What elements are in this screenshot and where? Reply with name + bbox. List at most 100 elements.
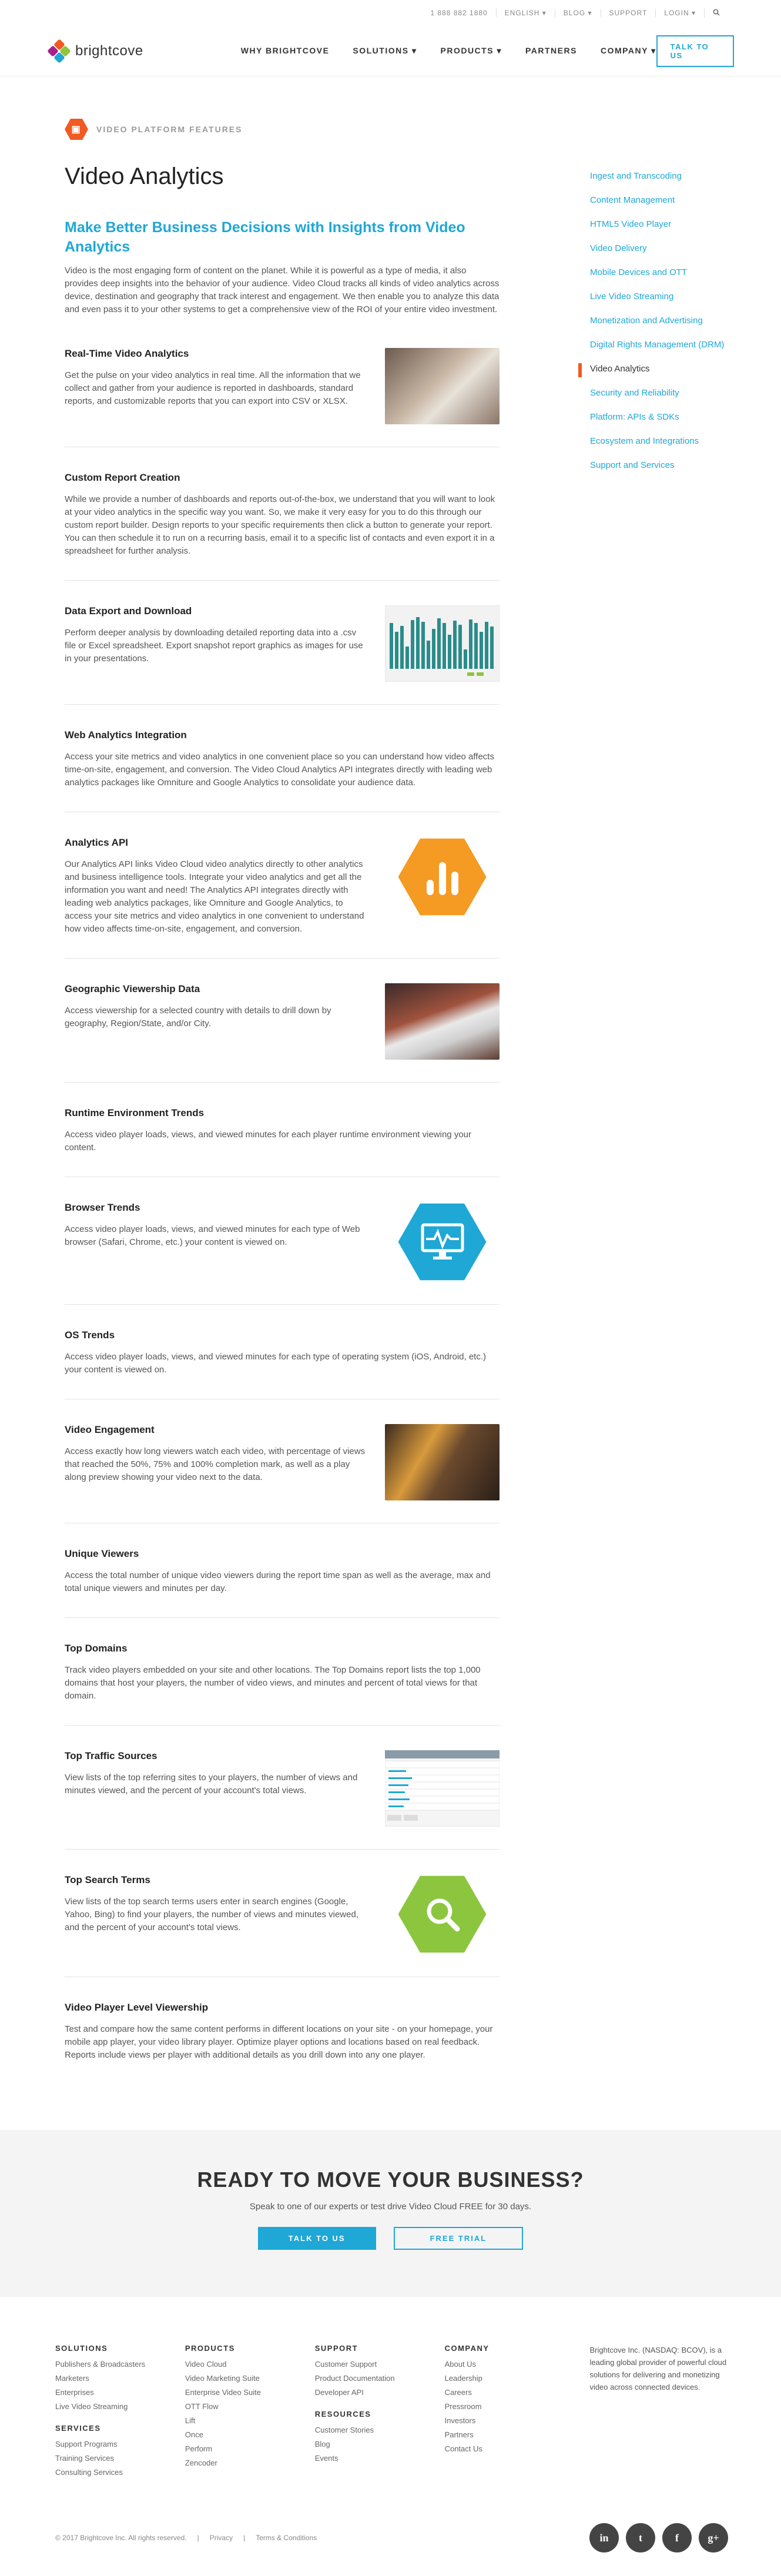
brightcove-logo[interactable]: brightcove [47,38,182,63]
sidebar-item-content-management[interactable]: Content Management [578,195,778,206]
sidebar-item-html5-player[interactable]: HTML5 Video Player [578,219,778,230]
sidebar-item-video-delivery[interactable]: Video Delivery [578,243,778,254]
sidebar-item-ingest[interactable]: Ingest and Transcoding [578,170,778,182]
footer-link[interactable]: Video Cloud [185,2360,315,2369]
phone-number[interactable]: 1 888 882 1880 [422,9,495,17]
talk-to-us-button[interactable]: TALK TO US [656,35,734,67]
nav-partners[interactable]: PARTNERS [525,46,577,56]
feature-title: Custom Report Creation [65,472,180,483]
footer-heading: SERVICES [55,2424,101,2433]
divider: | [243,2534,246,2542]
footer-link[interactable]: Blog [315,2440,445,2448]
footer-link[interactable]: Publishers & Broadcasters [55,2360,185,2369]
meeting-photo [385,348,500,424]
feature-geographic: Geographic Viewership Data Access viewers… [65,959,500,1083]
magnifier-icon [398,1875,487,1953]
footer-link[interactable]: OTT Flow [185,2402,315,2411]
footer-link[interactable]: Careers [445,2388,575,2397]
feature-title: Top Traffic Sources [65,1750,157,1761]
footer-link[interactable]: Enterprises [55,2388,185,2397]
nav-company[interactable]: COMPANY ▾ [601,46,656,56]
feature-body: Access video player loads, views, and vi… [65,1352,487,1375]
footer-link[interactable]: Perform [185,2444,315,2453]
footer-link[interactable]: Zencoder [185,2458,315,2467]
footer-heading: COMPANY [444,2344,490,2353]
privacy-link[interactable]: Privacy [210,2534,233,2542]
sidebar-item-support[interactable]: Support and Services [578,460,778,471]
feature-sidebar: Ingest and Transcoding Content Managemen… [578,76,778,2084]
footer-link[interactable]: Support Programs [55,2440,185,2448]
feature-title: Analytics API [65,837,129,848]
sidebar-item-mobile-ott[interactable]: Mobile Devices and OTT [578,267,778,279]
footer-link[interactable]: Consulting Services [55,2468,185,2477]
footer-link[interactable]: Events [315,2454,445,2463]
feature-title: Top Domains [65,1643,128,1654]
cta-trial-button[interactable]: FREE TRIAL [393,2227,524,2250]
footer-link[interactable]: Leadership [445,2374,575,2383]
nav-why-brightcove[interactable]: WHY BRIGHTCOVE [241,46,330,56]
sidebar-item-drm[interactable]: Digital Rights Management (DRM) [578,339,778,351]
footer-link[interactable]: Enterprise Video Suite [185,2388,315,2397]
logo-text: brightcove [75,42,143,59]
footer-heading: PRODUCTS [185,2344,235,2353]
twitter-icon[interactable]: t [626,2523,655,2552]
footer-link[interactable]: Marketers [55,2374,185,2383]
feature-title: Geographic Viewership Data [65,983,200,994]
footer-link[interactable]: Once [185,2430,315,2439]
footer-link[interactable]: Contact Us [445,2444,575,2453]
support-link[interactable]: SUPPORT [600,9,656,17]
feature-title: Runtime Environment Trends [65,1107,205,1118]
footer-link[interactable]: Lift [185,2416,315,2425]
nav-products[interactable]: PRODUCTS ▾ [441,46,502,56]
feature-body: Track video players embedded on your sit… [65,1665,481,1701]
footer-heading: SOLUTIONS [55,2344,108,2353]
feature-body: Test and compare how the same content pe… [65,2024,493,2060]
sidebar-item-monetization[interactable]: Monetization and Advertising [578,315,778,327]
language-menu[interactable]: ENGLISH ▾ [495,9,555,17]
footer-heading: RESOURCES [314,2410,371,2418]
logo-icon [47,38,71,63]
feature-browser: Browser Trends Access video player loads,… [65,1177,500,1305]
footer-link[interactable]: Video Marketing Suite [185,2374,315,2383]
feature-title: Data Export and Download [65,605,192,617]
login-menu[interactable]: LOGIN ▾ [655,9,704,17]
sidebar-item-security[interactable]: Security and Reliability [578,387,778,399]
copyright: © 2017 Brightcove Inc. All rights reserv… [55,2534,187,2542]
feature-data-export: Data Export and Download Perform deeper a… [65,581,500,705]
cta-talk-button[interactable]: TALK TO US [257,2227,376,2250]
feature-runtime: Runtime Environment Trends Access video p… [65,1083,500,1177]
googleplus-icon[interactable]: g+ [699,2523,728,2552]
sidebar-item-live-streaming[interactable]: Live Video Streaming [578,291,778,303]
feature-body: Access video player loads, views, and vi… [65,1130,471,1153]
footer-link[interactable]: Customer Support [315,2360,445,2369]
footer-link[interactable]: About Us [445,2360,575,2369]
sidebar-item-platform-apis[interactable]: Platform: APIs & SDKs [578,411,778,423]
main-content: ▣ VIDEO PLATFORM FEATURES Video Analytic… [65,76,500,2084]
footer-link[interactable]: Investors [445,2416,575,2425]
linkedin-icon[interactable]: in [589,2523,619,2552]
footer-link[interactable]: Pressroom [445,2402,575,2411]
sidebar-item-video-analytics[interactable]: Video Analytics [578,363,778,377]
main-nav: brightcove WHY BRIGHTCOVE SOLUTIONS ▾ PR… [0,26,781,76]
footer-link[interactable]: Training Services [55,2454,185,2463]
footer-link[interactable]: Live Video Streaming [55,2402,185,2411]
facebook-icon[interactable]: f [662,2523,692,2552]
footer-link[interactable]: Partners [445,2430,575,2439]
feature-body: Access your site metrics and video analy… [65,752,494,788]
feature-search-terms: Top Search Terms View lists of the top se… [65,1850,500,1977]
sidebar-item-ecosystem[interactable]: Ecosystem and Integrations [578,436,778,447]
feature-title: Web Analytics Integration [65,729,187,741]
footer-link[interactable]: Customer Stories [315,2426,445,2434]
feature-body: View lists of the top referring sites to… [65,1773,358,1796]
bar-chart-illustration [385,605,500,682]
blog-menu[interactable]: BLOG ▾ [554,9,601,17]
terms-link[interactable]: Terms & Conditions [256,2534,317,2542]
nav-solutions[interactable]: SOLUTIONS ▾ [353,46,417,56]
eyebrow-label: VIDEO PLATFORM FEATURES [96,125,243,134]
feature-body: While we provide a number of dashboards … [65,494,495,556]
site-footer: SOLUTIONS Publishers & Broadcasters Mark… [0,2297,781,2570]
footer-link[interactable]: Product Documentation [315,2374,445,2383]
footer-link[interactable]: Developer API [315,2388,445,2397]
search-icon[interactable] [704,8,728,18]
divider: | [197,2534,199,2542]
